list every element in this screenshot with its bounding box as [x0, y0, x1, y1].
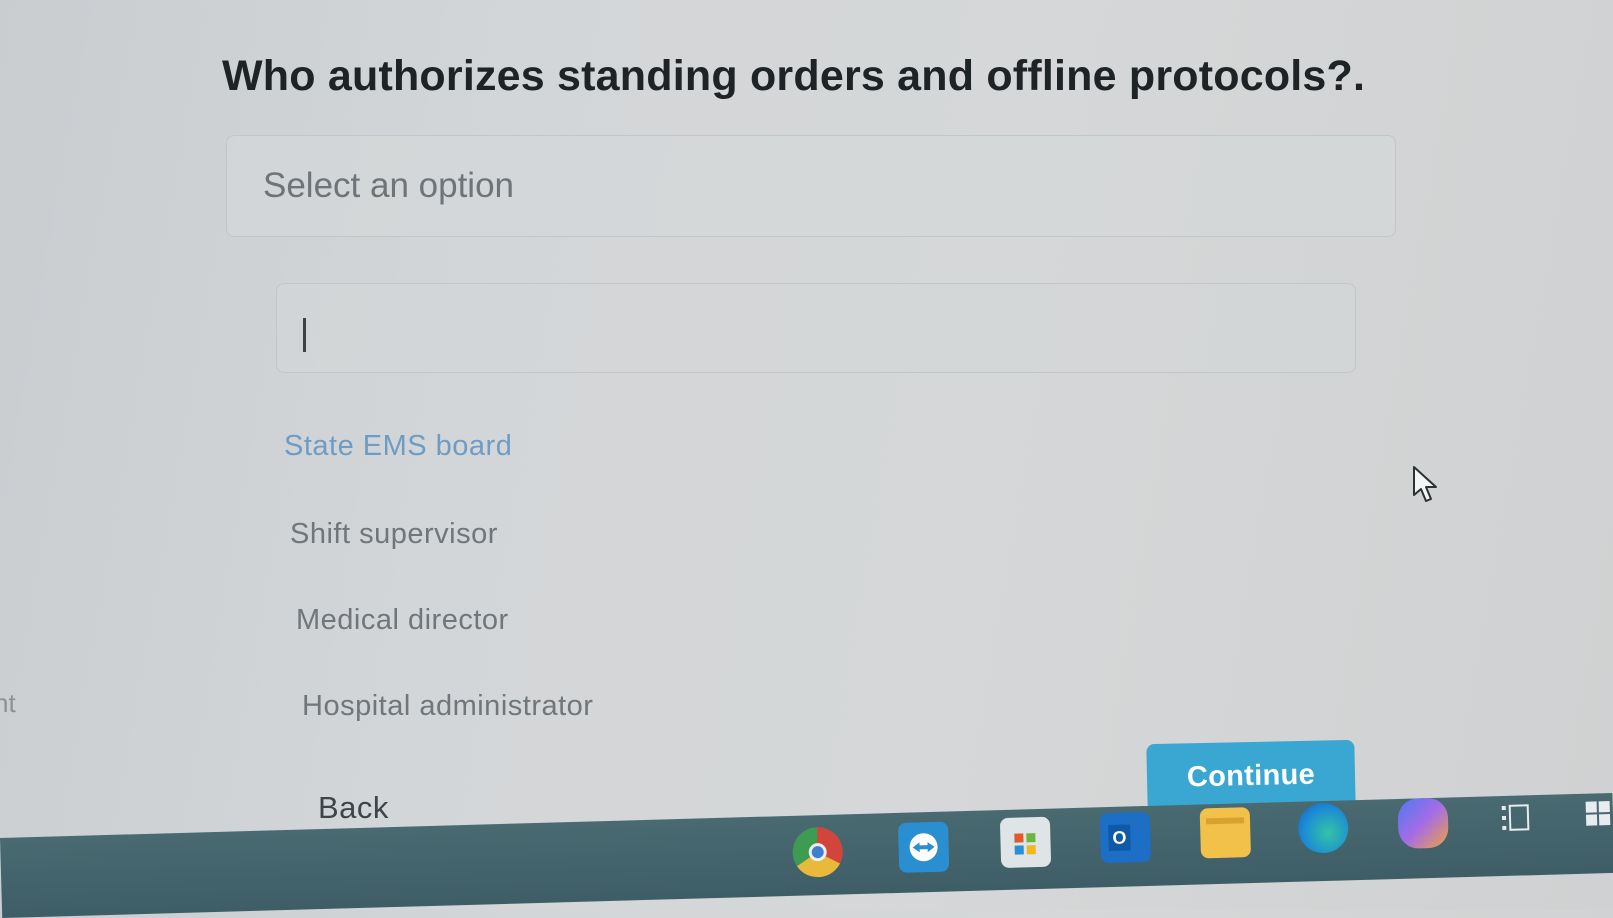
task-view-icon[interactable] — [1489, 793, 1540, 844]
file-explorer-icon[interactable] — [1199, 807, 1252, 859]
option-state-ems-board[interactable]: State EMS board — [284, 430, 512, 463]
mouse-cursor-icon — [1413, 466, 1437, 502]
store-icon[interactable] — [999, 816, 1052, 869]
copilot-icon[interactable] — [1397, 797, 1449, 849]
edge-icon[interactable] — [1297, 802, 1349, 854]
option-search-input[interactable] — [276, 283, 1356, 373]
question-title: Who authorizes standing orders and offli… — [222, 52, 1366, 100]
back-button[interactable]: Back — [318, 790, 389, 826]
text-caret — [303, 318, 306, 352]
option-hospital-administrator[interactable]: Hospital administrator — [302, 690, 593, 723]
taskbar: O — [0, 792, 1613, 918]
answer-select[interactable]: Select an option — [226, 135, 1396, 237]
teamviewer-icon[interactable] — [897, 821, 950, 873]
select-placeholder: Select an option — [263, 166, 515, 205]
outlook-icon[interactable]: O — [1099, 811, 1152, 864]
partial-side-text: nt — [0, 688, 16, 718]
chrome-icon[interactable] — [792, 826, 844, 878]
windows-start-icon[interactable] — [1577, 789, 1613, 840]
option-medical-director[interactable]: Medical director — [296, 604, 509, 637]
quiz-page: nt Who authorizes standing orders and of… — [0, 0, 1613, 918]
option-shift-supervisor[interactable]: Shift supervisor — [290, 518, 498, 551]
